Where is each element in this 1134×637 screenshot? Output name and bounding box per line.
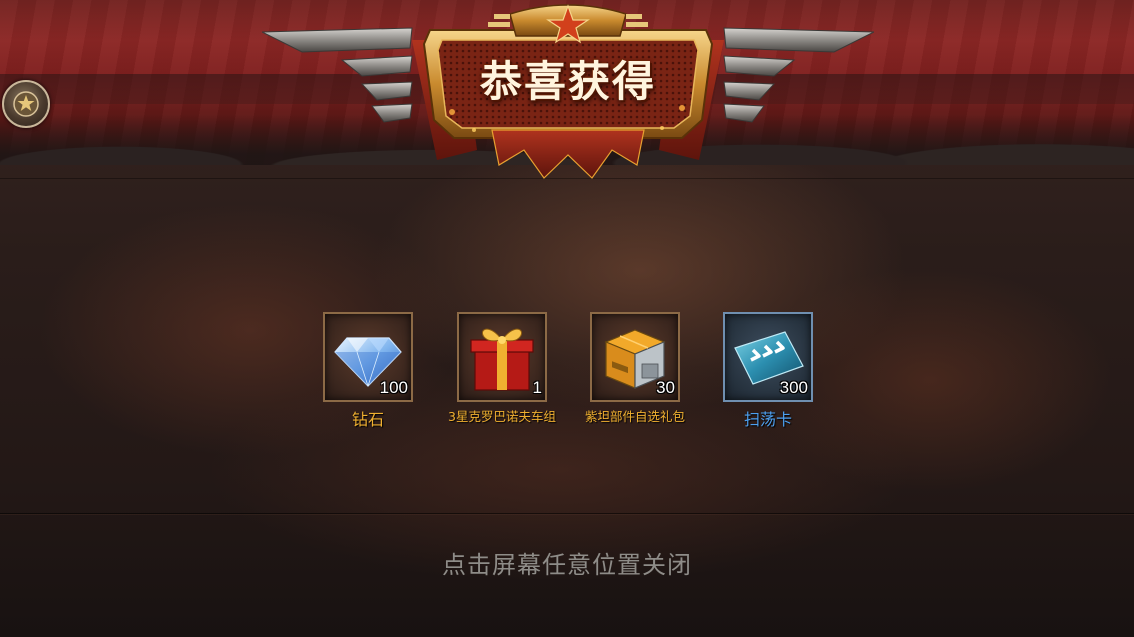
reward-count: 300 <box>779 378 808 397</box>
reward-list: 100 钻石 1 3星克罗巴诺夫车组 30 紫坦部件自选礼包 300 扫荡卡 <box>0 312 1134 442</box>
reward-popup-screen[interactable]: 恭喜获得 100 钻石 1 3星克罗巴诺夫车组 30 紫坦部件自选礼包 300 … <box>0 0 1134 637</box>
rank-emblem-icon <box>13 91 39 117</box>
congrats-emblem: 恭喜获得 <box>261 0 875 185</box>
reward-count: 1 <box>532 378 542 397</box>
reward-item-diamond[interactable]: 100 钻石 <box>323 312 413 429</box>
reward-slot[interactable]: 300 <box>723 312 813 402</box>
footer-divider <box>0 513 1134 514</box>
reward-item-crew-gift[interactable]: 1 3星克罗巴诺夫车组 <box>448 312 556 424</box>
reward-slot[interactable]: 1 <box>457 312 547 402</box>
tap-to-close-hint[interactable]: 点击屏幕任意位置关闭 <box>0 545 1134 580</box>
page-title: 恭喜获得 <box>479 57 656 106</box>
reward-count: 30 <box>656 378 675 397</box>
reward-slot[interactable]: 30 <box>590 312 680 402</box>
reward-name: 扫荡卡 <box>743 410 792 429</box>
reward-item-parts-pack[interactable]: 30 紫坦部件自选礼包 <box>585 312 685 424</box>
reward-count: 100 <box>379 378 408 397</box>
player-avatar-badge[interactable] <box>2 80 50 128</box>
reward-item-sweep-card[interactable]: 300 扫荡卡 <box>723 312 813 429</box>
reward-slot[interactable]: 100 <box>323 312 413 402</box>
